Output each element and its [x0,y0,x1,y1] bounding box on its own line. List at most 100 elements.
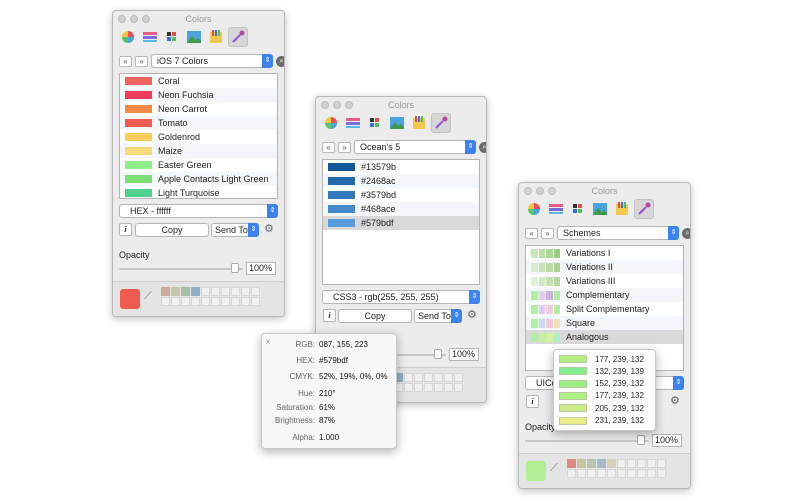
analogous-color-row[interactable]: 132, 239, 139 [559,366,644,376]
list-item[interactable]: Light Turquoise [120,186,277,198]
format-select[interactable]: CSS3 - rgb(255, 255, 255) ⇕ [322,290,480,304]
swatch-well-cell[interactable] [587,469,596,478]
opacity-slider-knob[interactable] [637,435,645,445]
title-bar[interactable]: Colors [316,97,486,113]
color-list[interactable]: #13579b #2468ac #3579bd #468ace #579bdf [322,159,480,285]
palette-select[interactable]: Ocean's 5 ⇕ [354,140,476,154]
list-item[interactable]: Neon Fuchsia [120,88,277,102]
opacity-slider-knob[interactable] [231,263,239,273]
swatch-well-cell[interactable] [404,383,413,392]
eyedropper-tab[interactable] [228,27,248,47]
opacity-value[interactable]: 100% [652,434,682,447]
list-item[interactable]: Coral [120,74,277,88]
list-item[interactable]: Easter Green [120,158,277,172]
swatch-well-cell[interactable] [434,373,443,382]
palette-select[interactable]: iOS 7 Colors ⇕ [151,54,273,68]
info-button[interactable]: i [526,395,539,408]
swatch-well-cell[interactable] [414,373,423,382]
swatch-well-cell[interactable] [577,459,586,468]
search-icon[interactable]: ⌕ [682,227,690,239]
search-icon[interactable]: ⌕ [479,141,486,153]
analogous-color-row[interactable]: 152, 239, 132 [559,379,644,389]
list-item[interactable]: Variations I [526,246,683,260]
title-bar[interactable]: Colors [519,183,690,199]
swatch-well-cell[interactable] [231,287,240,296]
crayons-tab[interactable] [612,199,632,219]
swatch-well-cell[interactable] [201,287,210,296]
swatch-well-cell[interactable] [444,373,453,382]
swatch-well-cell[interactable] [171,287,180,296]
analogous-color-row[interactable]: 205, 239, 132 [559,403,644,413]
title-bar[interactable]: Colors [113,11,284,27]
swatch-well-cell[interactable] [577,469,586,478]
swatch-well[interactable] [161,287,260,306]
eyedropper-icon[interactable]: ⟋ [550,462,558,475]
list-item[interactable]: #579bdf [323,216,479,230]
analogous-color-row[interactable]: 177, 239, 132 [559,354,644,364]
swatch-well-cell[interactable] [454,373,463,382]
eyedropper-tab[interactable] [431,113,451,133]
list-item[interactable]: Complementary [526,288,683,302]
swatch-well-cell[interactable] [181,297,190,306]
sliders-tab[interactable] [343,113,363,133]
list-item[interactable]: Neon Carrot [120,102,277,116]
swatch-well-cell[interactable] [251,297,260,306]
swatch-well-cell[interactable] [597,469,606,478]
swatch-well-cell[interactable] [627,469,636,478]
palettes-tab[interactable] [568,199,588,219]
sliders-tab[interactable] [140,27,160,47]
remove-palette-button[interactable]: » [135,55,148,67]
sliders-tab[interactable] [546,199,566,219]
swatch-well-cell[interactable] [221,297,230,306]
swatch-well-cell[interactable] [211,287,220,296]
opacity-slider[interactable] [525,440,649,442]
swatch-well-cell[interactable] [647,469,656,478]
swatch-well-cell[interactable] [171,297,180,306]
swatch-well-cell[interactable] [221,287,230,296]
copy-button[interactable]: Copy [338,309,412,323]
opacity-value[interactable]: 100% [449,348,479,361]
add-palette-button[interactable]: « [525,227,538,239]
swatch-well-cell[interactable] [241,287,250,296]
info-button[interactable]: i [323,309,336,322]
palette-select[interactable]: Schemes ⇕ [557,226,679,240]
analogous-color-row[interactable]: 177, 239, 132 [559,391,644,401]
eyedropper-tab[interactable] [634,199,654,219]
list-item[interactable]: Tomato [120,116,277,130]
swatch-well-cell[interactable] [627,459,636,468]
swatch-well-cell[interactable] [404,373,413,382]
swatch-well-cell[interactable] [201,297,210,306]
gear-icon[interactable]: ⚙ [264,222,274,235]
list-item[interactable]: Goldenrod [120,130,277,144]
list-item[interactable]: #13579b [323,160,479,174]
list-item[interactable]: Square [526,316,683,330]
current-color-swatch[interactable] [120,289,140,309]
gear-icon[interactable]: ⚙ [467,308,477,321]
swatch-well-cell[interactable] [444,383,453,392]
color-wheel-tab[interactable] [524,199,544,219]
palettes-tab[interactable] [162,27,182,47]
opacity-value[interactable]: 100% [246,262,276,275]
swatch-well-cell[interactable] [414,383,423,392]
swatch-well-cell[interactable] [161,297,170,306]
swatch-well[interactable] [567,459,666,478]
swatch-well-cell[interactable] [181,287,190,296]
list-item[interactable]: Maize [120,144,277,158]
swatch-well-cell[interactable] [424,373,433,382]
remove-palette-button[interactable]: » [541,227,554,239]
swatch-well-cell[interactable] [657,459,666,468]
add-palette-button[interactable]: « [119,55,132,67]
opacity-slider[interactable] [119,268,243,270]
list-item[interactable]: Split Complementary [526,302,683,316]
swatch-well-cell[interactable] [231,297,240,306]
swatch-well-cell[interactable] [647,459,656,468]
eyedropper-icon[interactable]: ⟋ [144,290,152,303]
swatch-well-cell[interactable] [424,383,433,392]
gear-icon[interactable]: ⚙ [670,394,680,407]
swatch-well-cell[interactable] [161,287,170,296]
swatch-well-cell[interactable] [607,459,616,468]
color-wheel-tab[interactable] [118,27,138,47]
color-wheel-tab[interactable] [321,113,341,133]
swatch-well-cell[interactable] [251,287,260,296]
list-item[interactable]: #2468ac [323,174,479,188]
